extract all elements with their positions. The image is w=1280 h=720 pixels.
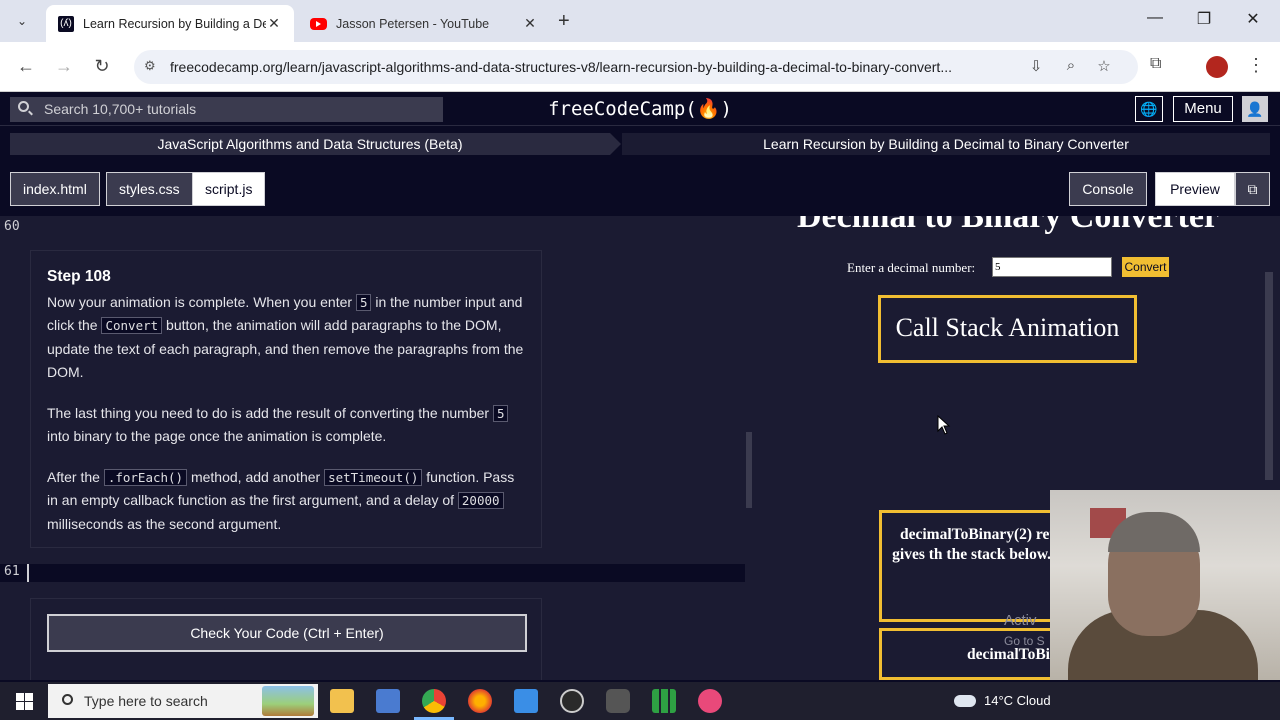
url-text: freecodecamp.org/learn/javascript-algori… — [170, 59, 952, 75]
preview-button[interactable]: Preview — [1155, 172, 1235, 206]
close-icon[interactable]: ✕ — [266, 15, 282, 32]
line-number: 60 — [4, 219, 20, 234]
profile-avatar[interactable] — [1206, 56, 1228, 78]
box-app-icon[interactable] — [606, 689, 630, 713]
instruction-text: into binary to the page once the animati… — [47, 428, 387, 444]
file-explorer-icon[interactable] — [330, 689, 354, 713]
cloud-weather-icon — [954, 695, 976, 707]
menu-button[interactable]: Menu — [1173, 96, 1233, 122]
decimal-number-input[interactable]: 5 — [992, 257, 1112, 277]
firefox-icon[interactable] — [468, 689, 492, 713]
decimal-input-label: Enter a decimal number: — [847, 260, 976, 275]
windows-activation-watermark: Activ — [1004, 612, 1037, 629]
mouse-pointer-icon — [937, 415, 951, 435]
tab-title: Learn Recursion by Building a De — [83, 16, 266, 31]
minimize-icon[interactable]: — — [1140, 9, 1170, 27]
instruction-text: milliseconds as the second argument. — [47, 515, 282, 532]
webcam-overlay — [1050, 490, 1280, 680]
inline-code: 20000 — [457, 492, 504, 509]
fcc-navbar: Search 10,700+ tutorials freeCodeCamp(🔥)… — [0, 93, 1280, 126]
step-title: Step 108 — [47, 268, 111, 285]
new-tab-plus-icon[interactable]: + — [558, 10, 570, 33]
search-highlight-image — [262, 686, 314, 716]
console-button[interactable]: Console — [1069, 172, 1147, 206]
instruction-paragraph: Now your animation is complete. When you… — [47, 291, 525, 385]
language-globe-icon[interactable]: 🌐 — [1135, 96, 1163, 122]
editor-scroll-thumb[interactable] — [746, 432, 752, 508]
breadcrumb-superblock[interactable]: JavaScript Algorithms and Data Structure… — [10, 133, 621, 155]
instruction-text: method, add another — [187, 468, 325, 485]
call-stack-animation-title: Call Stack Animation — [878, 295, 1137, 363]
bookmark-star-icon[interactable]: ☆ — [1092, 57, 1116, 75]
inline-code: .forEach() — [103, 468, 188, 486]
chrome-icon[interactable] — [414, 689, 454, 720]
speedometer-app-icon[interactable] — [560, 689, 584, 713]
restore-icon[interactable]: ❐ — [1189, 9, 1219, 29]
breadcrumb-block[interactable]: Learn Recursion by Building a Decimal to… — [622, 133, 1270, 155]
instruction-text: The last thing you need to do is add the… — [47, 404, 493, 421]
windows-activation-watermark: Go to S — [1004, 634, 1045, 648]
line-number: 61 — [4, 564, 20, 579]
instruction-paragraph: After the .forEach() method, add another… — [47, 466, 525, 537]
browser-tab-bar: ⌄ (ʎ) Learn Recursion by Building a De ✕… — [0, 0, 1280, 42]
close-icon[interactable]: ✕ — [522, 15, 538, 32]
active-code-line[interactable] — [0, 564, 750, 582]
check-code-button[interactable]: Check Your Code (Ctrl + Enter) — [47, 614, 527, 652]
back-arrow-icon[interactable]: ← — [14, 56, 38, 77]
preview-scroll-thumb[interactable] — [1265, 272, 1273, 480]
windows-start-icon[interactable] — [16, 693, 33, 710]
text-cursor — [27, 564, 29, 582]
youtube-icon — [310, 17, 327, 30]
browser-tab-youtube[interactable]: Jasson Petersen - YouTube ✕ — [298, 5, 550, 42]
code-editor[interactable]: 60 Step 108 Now your animation is comple… — [0, 216, 756, 680]
preview-heading: Decimal to Binary Converter — [796, 216, 1220, 235]
computer-app-icon[interactable] — [376, 689, 400, 713]
check-code-panel: Check Your Code (Ctrl + Enter) — [30, 598, 542, 680]
fcc-logo[interactable]: freeCodeCamp(🔥) — [0, 97, 1280, 120]
step-instructions: Step 108 Now your animation is complete.… — [30, 250, 542, 548]
inline-code: Convert — [101, 317, 163, 334]
tab-search-chevron-icon[interactable]: ⌄ — [10, 10, 34, 32]
instruction-text: After the — [47, 468, 104, 485]
user-avatar-icon[interactable]: 👤 — [1242, 96, 1268, 122]
url-field[interactable]: ⚙ freecodecamp.org/learn/javascript-algo… — [134, 50, 1138, 84]
preview-popout-icon[interactable]: ⧉ — [1235, 172, 1270, 206]
tab-title: Jasson Petersen - YouTube — [336, 16, 490, 31]
zoom-icon[interactable]: ⌕ — [1059, 57, 1083, 74]
breadcrumb: JavaScript Algorithms and Data Structure… — [0, 127, 1280, 161]
tab-styles-css[interactable]: styles.css — [106, 172, 193, 206]
file-tab-bar: index.html styles.css script.js Console … — [0, 162, 1280, 216]
instruction-paragraph: The last thing you need to do is add the… — [47, 402, 525, 449]
tab-index-html[interactable]: index.html — [10, 172, 100, 206]
inline-code: setTimeout() — [324, 468, 423, 486]
freecodecamp-icon: (ʎ) — [58, 15, 74, 32]
windows-taskbar: Type here to search — [0, 682, 1280, 720]
inline-code: 5 — [355, 293, 372, 311]
instruction-text: Now your animation is complete. When you… — [47, 293, 356, 310]
more-options-icon[interactable]: ⋮ — [1247, 55, 1265, 76]
tab-script-js[interactable]: script.js — [192, 172, 266, 206]
inline-code: 5 — [492, 404, 509, 422]
browser-tab-freecodecamp[interactable]: (ʎ) Learn Recursion by Building a De ✕ — [46, 5, 294, 42]
window-close-icon[interactable]: ✕ — [1238, 9, 1268, 29]
reload-icon[interactable]: ↻ — [90, 56, 114, 77]
music-app-icon[interactable] — [698, 689, 722, 713]
site-settings-icon[interactable]: ⚙ — [144, 58, 156, 74]
grid-app-icon[interactable] — [652, 689, 676, 713]
convert-button[interactable]: Convert — [1122, 257, 1169, 277]
search-icon — [62, 694, 73, 705]
address-bar: ← → ↻ ⚙ freecodecamp.org/learn/javascrip… — [0, 42, 1280, 92]
forward-arrow-icon[interactable]: → — [52, 56, 76, 77]
extensions-icon[interactable]: ⧉ — [1150, 55, 1161, 73]
install-app-icon[interactable]: ⇩ — [1024, 57, 1048, 75]
app-window-icon[interactable] — [514, 689, 538, 713]
weather-status[interactable]: 14°C Cloud — [984, 693, 1051, 708]
